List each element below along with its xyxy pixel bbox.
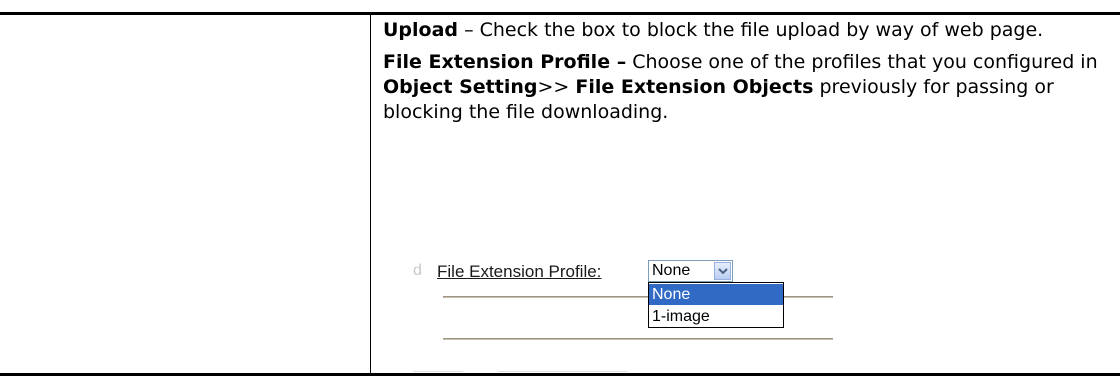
- description-cell: Upload – Check the box to block the file…: [383, 18, 1103, 125]
- upload-term: Upload: [383, 19, 459, 41]
- dropdown-arrow-button[interactable]: [714, 262, 731, 280]
- column-divider: [370, 15, 371, 373]
- option-1-image[interactable]: 1-image: [649, 306, 783, 327]
- file-extension-profile-select[interactable]: None: [648, 260, 733, 282]
- embedded-screenshot: d File Extension Profile: None None 1-im…: [383, 240, 843, 375]
- file-extension-profile-paragraph: File Extension Profile – Choose one of t…: [383, 50, 1103, 125]
- faded-field-edge: [413, 371, 463, 372]
- separator-line: [443, 338, 833, 340]
- file-extension-profile-term: File Extension Profile –: [383, 51, 627, 73]
- fep-text-1: Choose one of the profiles that you conf…: [626, 51, 1098, 73]
- object-setting-term: Object Setting: [383, 76, 538, 98]
- table-top-border: [0, 12, 1120, 15]
- select-dropdown-list: None 1-image: [648, 282, 784, 328]
- upload-paragraph: Upload – Check the box to block the file…: [383, 18, 1103, 43]
- chevron-down-icon: [717, 267, 728, 274]
- upload-text: – Check the box to block the file upload…: [458, 19, 1044, 41]
- file-extension-profile-label: File Extension Profile:: [437, 262, 602, 281]
- faded-field-edge: [498, 371, 628, 372]
- file-extension-objects-term: File Extension Objects: [575, 76, 814, 98]
- option-none[interactable]: None: [649, 284, 783, 305]
- clipped-text-fragment: d: [413, 262, 422, 279]
- menu-arrow: >>: [537, 76, 576, 98]
- select-current-value: None: [652, 262, 691, 279]
